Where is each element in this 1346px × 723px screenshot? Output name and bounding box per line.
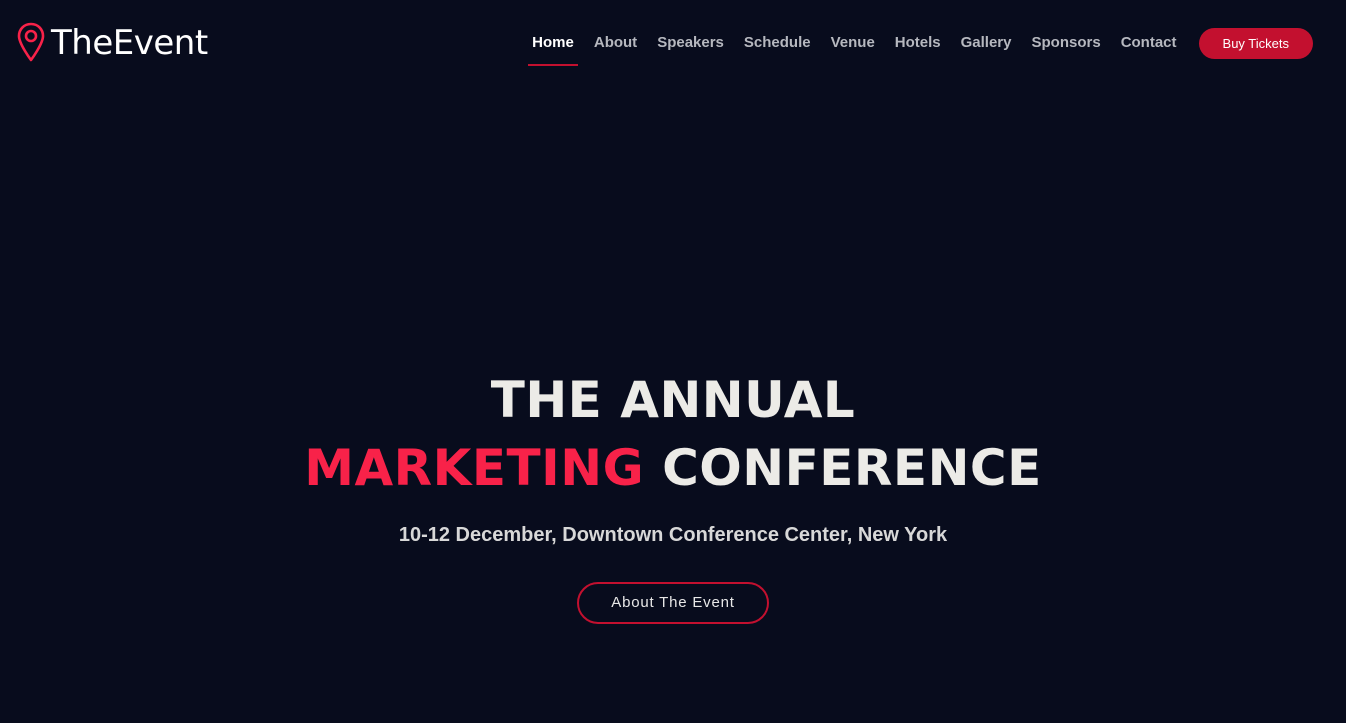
- main-nav: Home About Speakers Schedule Venue Hotel…: [522, 0, 1313, 86]
- nav-item-sponsors[interactable]: Sponsors: [1032, 0, 1101, 86]
- logo[interactable]: TheEvent: [16, 22, 208, 64]
- nav-item-contact[interactable]: Contact: [1121, 0, 1177, 86]
- nav-item-venue[interactable]: Venue: [831, 0, 875, 86]
- nav-item-speakers[interactable]: Speakers: [657, 0, 724, 86]
- nav-item-schedule[interactable]: Schedule: [744, 0, 811, 86]
- hero-title-line2: CONFERENCE: [662, 439, 1042, 497]
- nav-item-home[interactable]: Home: [528, 0, 578, 86]
- logo-text-main: The: [51, 23, 113, 63]
- logo-text: TheEvent: [51, 22, 208, 64]
- hero-title: THE ANNUAL MARKETING CONFERENCE: [0, 366, 1346, 502]
- hero-title-line1: THE ANNUAL: [490, 371, 856, 429]
- about-event-button[interactable]: About The Event: [577, 582, 769, 624]
- page: TheEvent Home About Speakers Schedule Ve…: [0, 0, 1346, 723]
- map-pin-icon: [16, 22, 46, 64]
- site-header: TheEvent Home About Speakers Schedule Ve…: [0, 0, 1346, 86]
- nav-item-about[interactable]: About: [594, 0, 637, 86]
- hero-title-highlight: MARKETING: [304, 439, 645, 497]
- nav-item-hotels[interactable]: Hotels: [895, 0, 941, 86]
- hero-section: THE ANNUAL MARKETING CONFERENCE 10-12 De…: [0, 366, 1346, 624]
- hero-subtitle: 10-12 December, Downtown Conference Cent…: [398, 524, 948, 546]
- buy-tickets-button[interactable]: Buy Tickets: [1198, 27, 1313, 59]
- nav-item-gallery[interactable]: Gallery: [961, 0, 1012, 86]
- logo-text-accent: Event: [112, 23, 208, 63]
